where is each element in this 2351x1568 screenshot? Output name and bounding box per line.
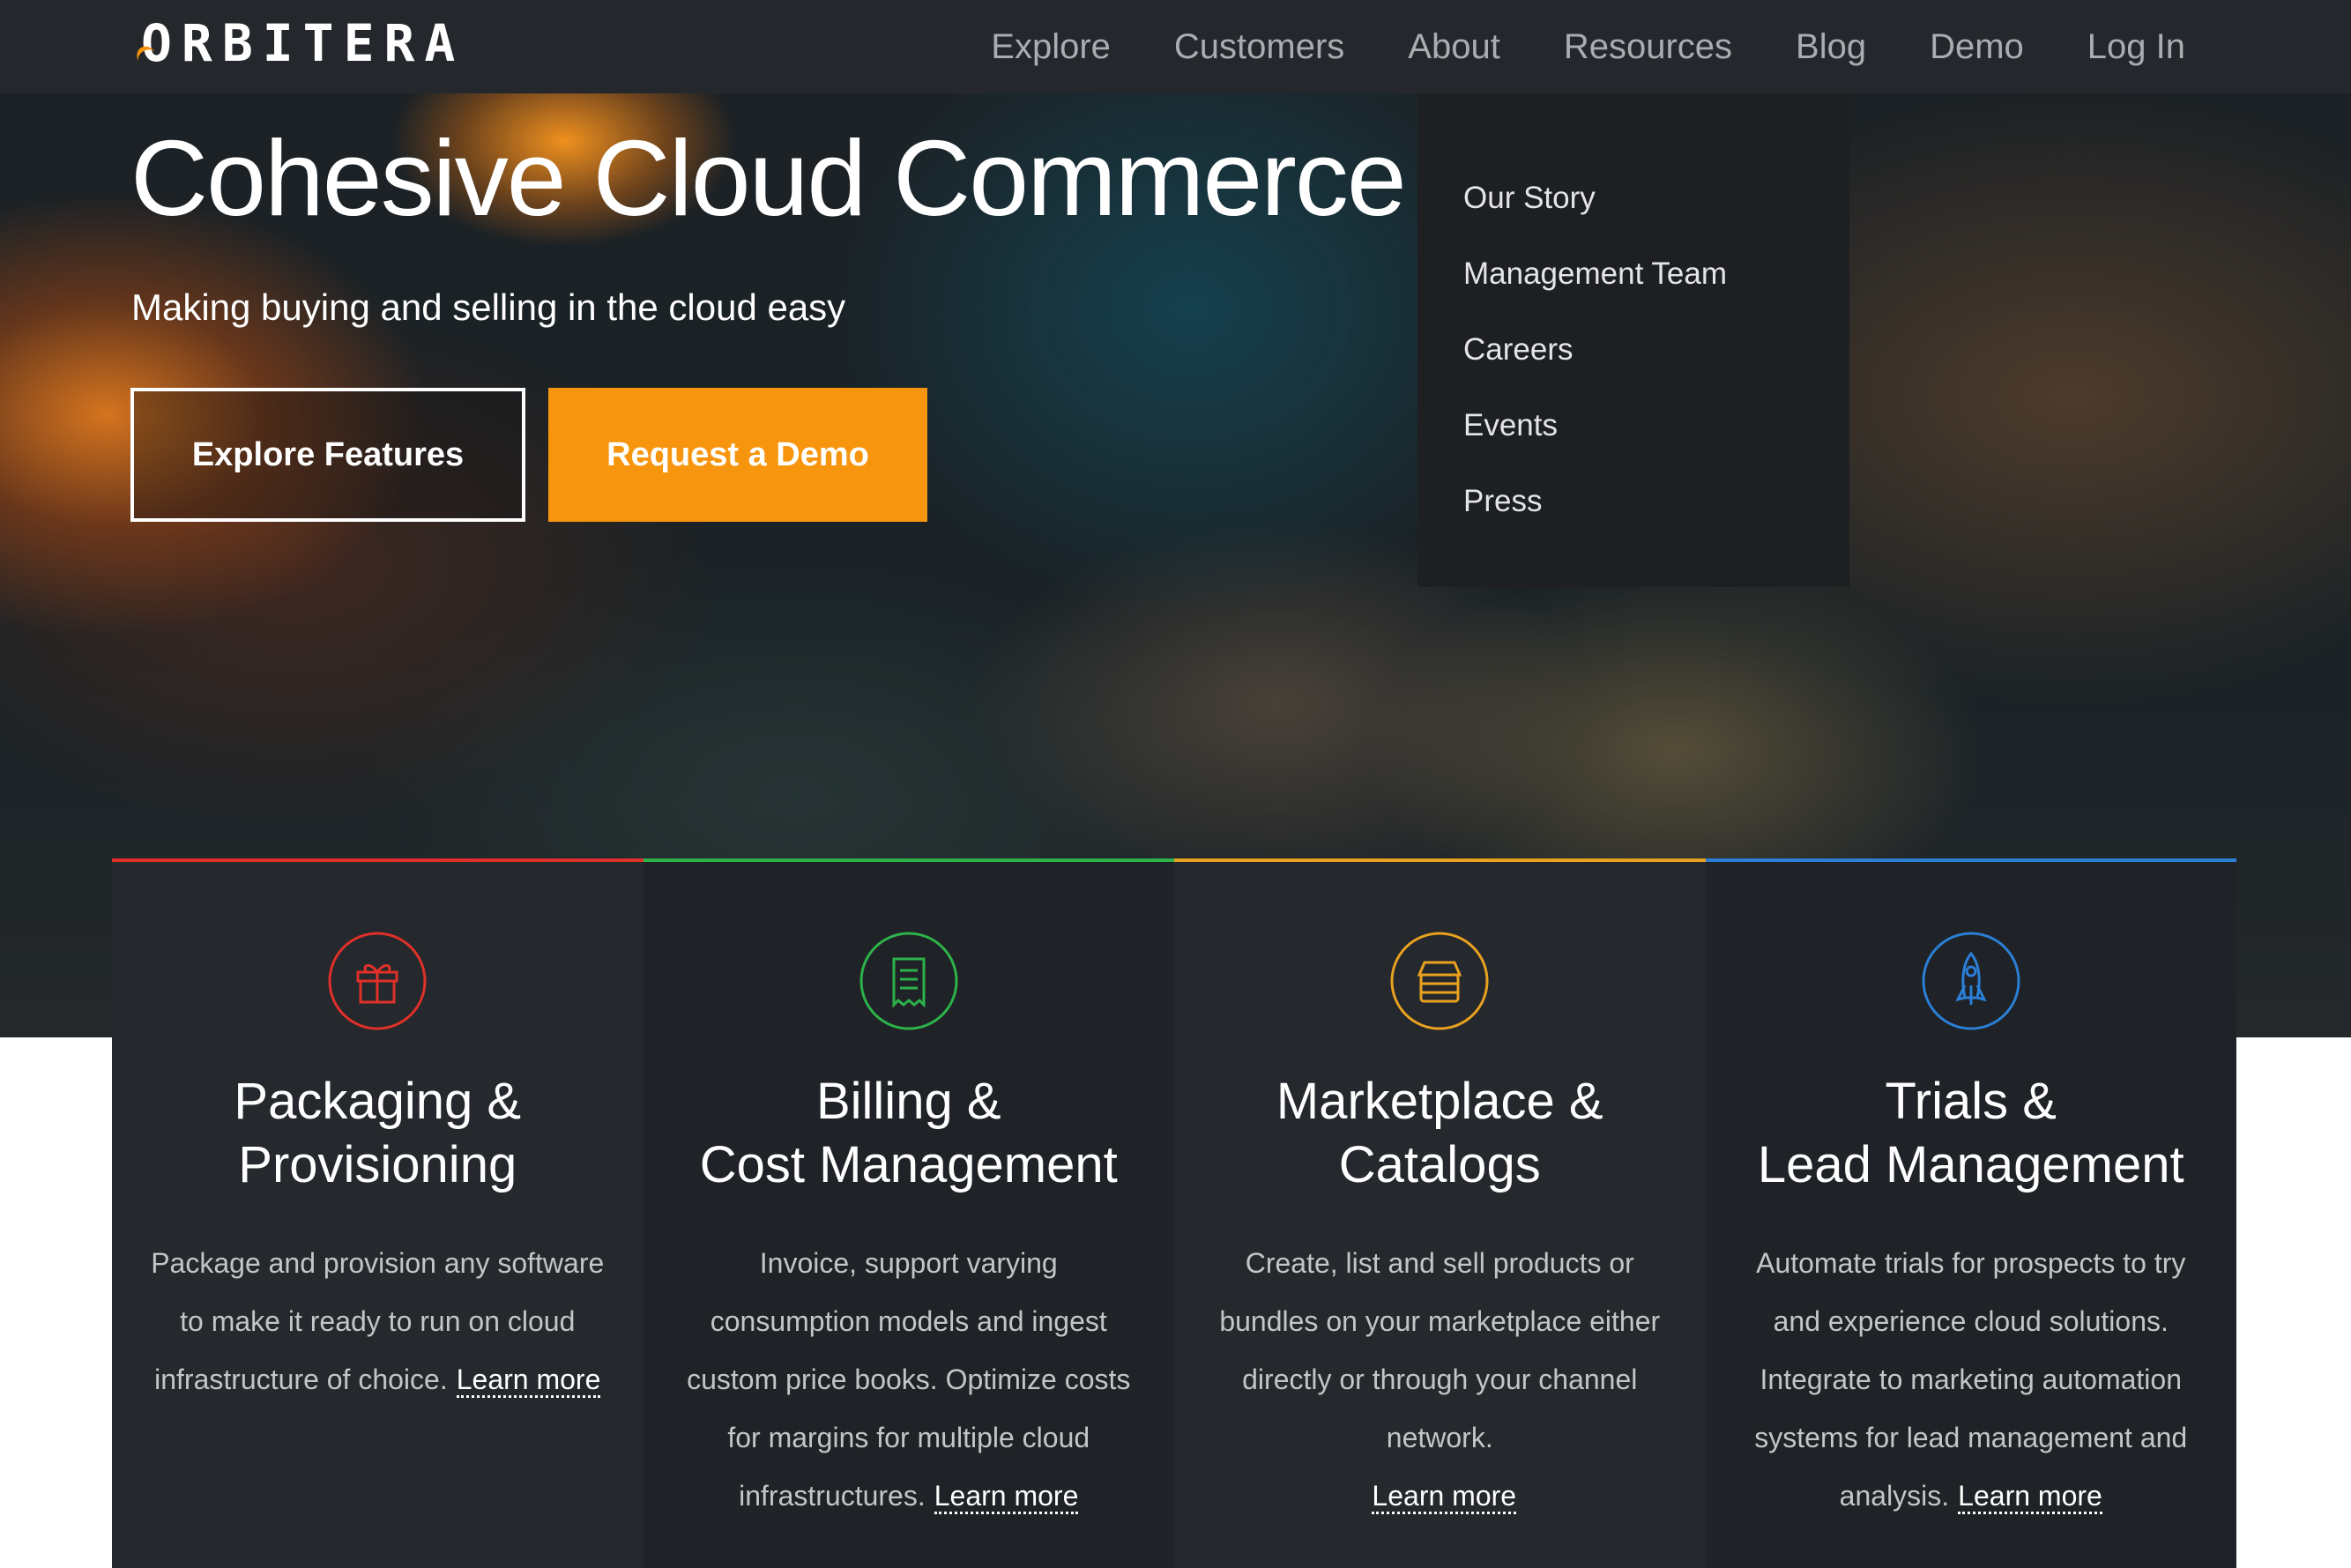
feature-card-packaging: Packaging & Provisioning Package and pro… [112, 858, 644, 1568]
hero-subtitle: Making buying and selling in the cloud e… [131, 286, 846, 328]
feature-card-marketplace: Marketplace & Catalogs Create, list and … [1174, 858, 1706, 1568]
nav-demo[interactable]: Demo [1930, 27, 2024, 67]
dropdown-item-our-story[interactable]: Our Story [1417, 160, 1849, 236]
feature-description: Package and provision any software to ma… [148, 1234, 606, 1408]
receipt-icon [859, 932, 958, 1030]
nav-blog[interactable]: Blog [1796, 27, 1866, 67]
feature-description: Invoice, support varying consumption mod… [680, 1234, 1138, 1525]
nav-about[interactable]: About [1408, 27, 1500, 67]
dropdown-item-careers[interactable]: Careers [1417, 312, 1849, 388]
hero-title: Cohesive Cloud Commerce [130, 118, 1407, 238]
store-icon [1390, 932, 1489, 1030]
feature-title: Billing & Cost Management [699, 1073, 1118, 1193]
feature-description: Create, list and sell products or bundle… [1210, 1234, 1669, 1525]
feature-card-billing: Billing & Cost Management Invoice, suppo… [643, 858, 1174, 1568]
nav-customers[interactable]: Customers [1174, 27, 1344, 67]
gift-icon [328, 932, 427, 1030]
learn-more-link[interactable]: Learn more [1958, 1480, 2102, 1514]
dropdown-item-press[interactable]: Press [1417, 464, 1849, 539]
learn-more-link[interactable]: Learn more [456, 1364, 601, 1398]
learn-more-link[interactable]: Learn more [1372, 1480, 1517, 1514]
explore-features-button[interactable]: Explore Features [130, 388, 525, 522]
orbitera-logo[interactable]: ORBITERA [132, 12, 465, 74]
top-navbar: ORBITERA Explore Customers About Resourc… [0, 0, 2351, 93]
feature-title: Marketplace & Catalogs [1276, 1073, 1603, 1193]
nav-resources[interactable]: Resources [1564, 27, 1732, 67]
feature-description: Automate trials for prospects to try and… [1742, 1234, 2200, 1525]
nav-login[interactable]: Log In [2087, 27, 2185, 67]
logo-text: ORBITERA [141, 13, 465, 73]
nav-explore[interactable]: Explore [991, 27, 1111, 67]
nav-links: Explore Customers About Resources Blog D… [991, 0, 2185, 93]
about-dropdown-menu: Our Story Management Team Careers Events… [1417, 93, 1849, 587]
feature-title: Trials & Lead Management [1757, 1073, 2184, 1193]
dropdown-item-management-team[interactable]: Management Team [1417, 236, 1849, 312]
request-demo-button[interactable]: Request a Demo [548, 388, 927, 522]
dropdown-item-events[interactable]: Events [1417, 388, 1849, 464]
feature-card-trials: Trials & Lead Management Automate trials… [1705, 858, 2236, 1568]
feature-cards: Packaging & Provisioning Package and pro… [112, 858, 2236, 1568]
learn-more-link[interactable]: Learn more [934, 1480, 1079, 1514]
rocket-icon [1922, 932, 2020, 1030]
feature-title: Packaging & Provisioning [234, 1073, 522, 1193]
